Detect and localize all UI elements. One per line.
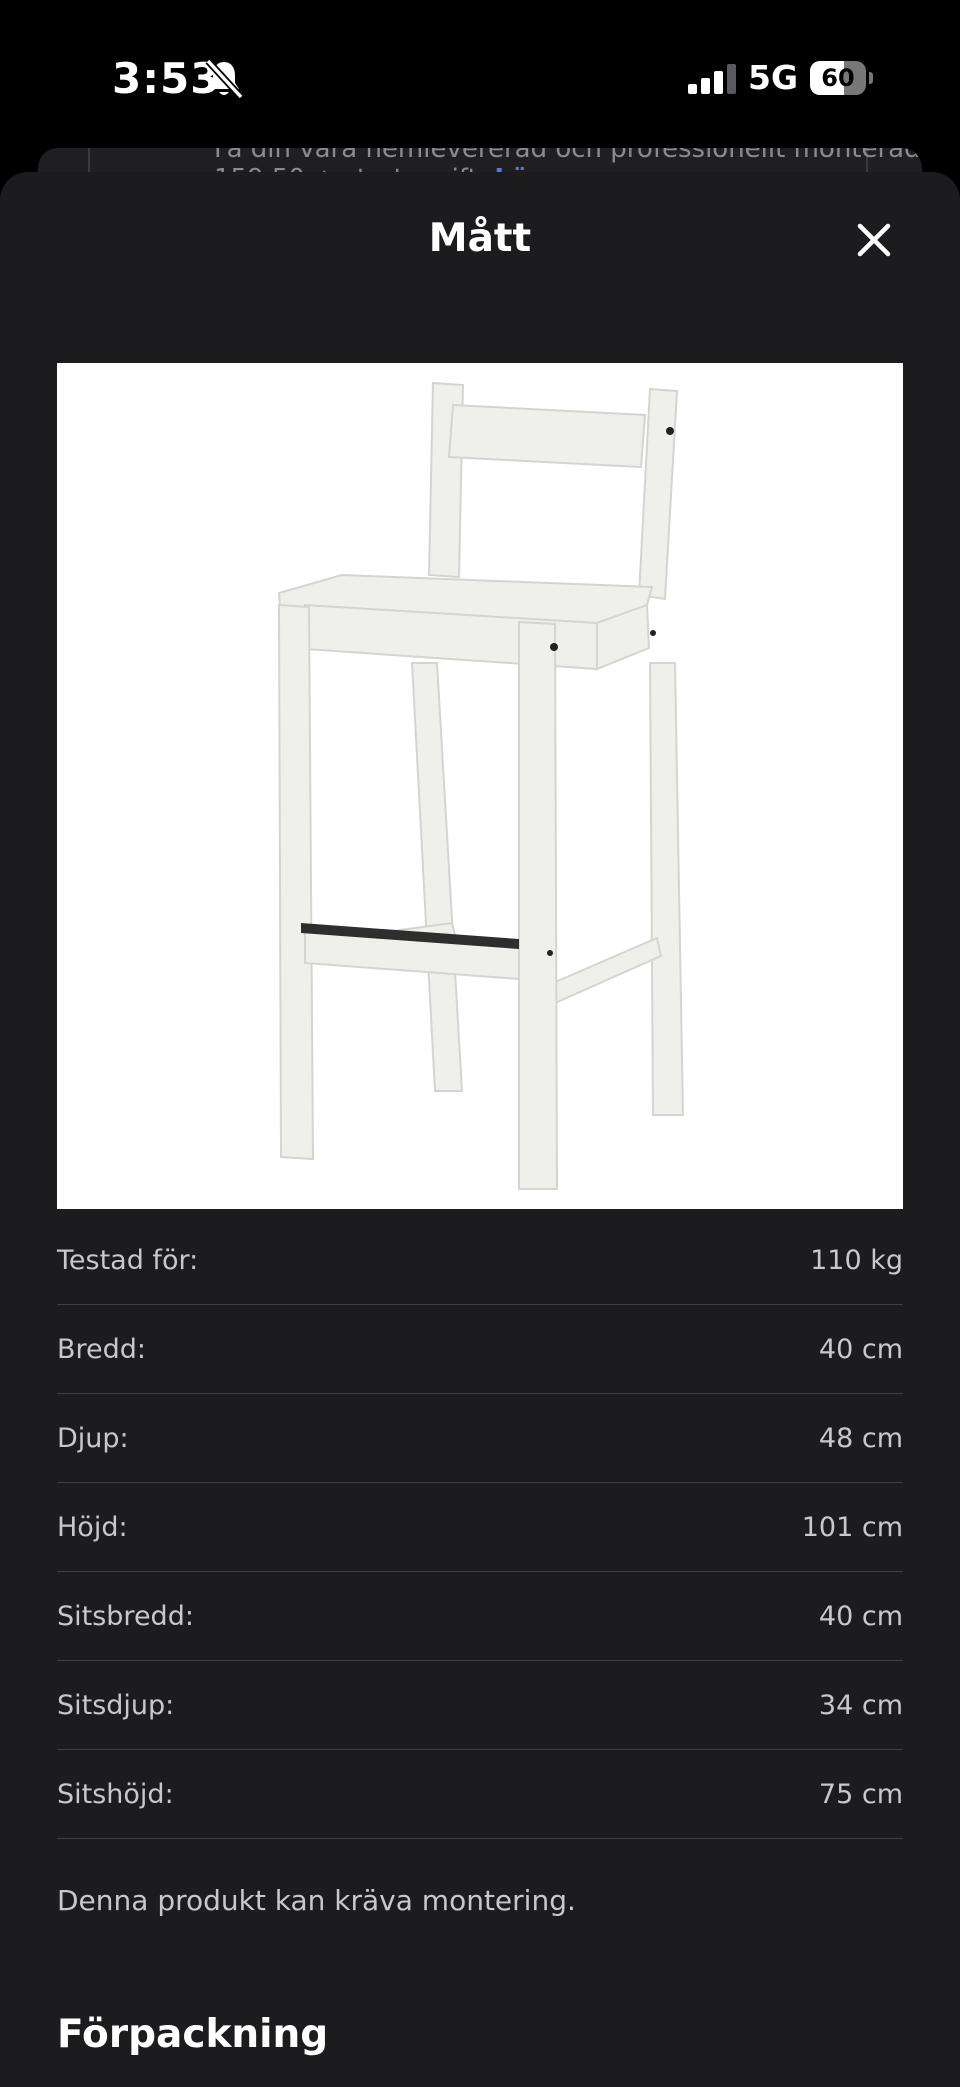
dimension-label: Sitsbredd: (57, 1600, 194, 1632)
background-card-line1: Få din vara hemlevererad och professione… (214, 148, 922, 164)
packaging-heading: Förpackning (57, 2012, 329, 2057)
dimension-value: 48 cm (818, 1422, 903, 1454)
dimension-value: 101 cm (801, 1511, 903, 1543)
dimension-row: Djup: 48 cm (57, 1394, 903, 1483)
product-image (57, 363, 903, 1209)
close-icon (857, 223, 891, 257)
dimension-value: 40 cm (818, 1333, 903, 1365)
close-button[interactable] (850, 216, 898, 264)
battery-percent: 60 (821, 64, 855, 92)
sheet-title: Mått (428, 216, 532, 261)
bell-slash-icon (205, 58, 244, 100)
dimension-value: 75 cm (818, 1778, 903, 1810)
dimensions-sheet: Mått Testad för: 110 kg Bredd: 40 cm Dju… (0, 172, 960, 2087)
dimension-row: Sitsdjup: 34 cm (57, 1661, 903, 1750)
dimension-value: 110 kg (810, 1244, 903, 1276)
cellular-signal-icon (688, 64, 736, 94)
dimension-label: Djup: (57, 1422, 129, 1454)
dimension-row: Höjd: 101 cm (57, 1483, 903, 1572)
dimension-value: 40 cm (818, 1600, 903, 1632)
dimension-value: 34 cm (818, 1689, 903, 1721)
dimension-label: Sitshöjd: (57, 1778, 174, 1810)
dimension-label: Sitsdjup: (57, 1689, 175, 1721)
status-bar: 3:53 5G 60 (0, 0, 960, 150)
dimension-row: Bredd: 40 cm (57, 1305, 903, 1394)
network-type: 5G (748, 58, 799, 97)
dimension-label: Testad för: (57, 1244, 199, 1276)
assembly-note: Denna produkt kan kräva montering. (57, 1884, 576, 1917)
dimension-label: Bredd: (57, 1333, 147, 1365)
dimension-row: Testad för: 110 kg (57, 1216, 903, 1305)
bar-stool-image (277, 381, 685, 1190)
dimension-label: Höjd: (57, 1511, 128, 1543)
dimensions-list: Testad för: 110 kg Bredd: 40 cm Djup: 48 cm Hö… (57, 1216, 903, 1839)
dimension-row: Sitsbredd: 40 cm (57, 1572, 903, 1661)
dimension-row: Sitshöjd: 75 cm (57, 1750, 903, 1839)
battery-icon: 60 (810, 61, 874, 95)
